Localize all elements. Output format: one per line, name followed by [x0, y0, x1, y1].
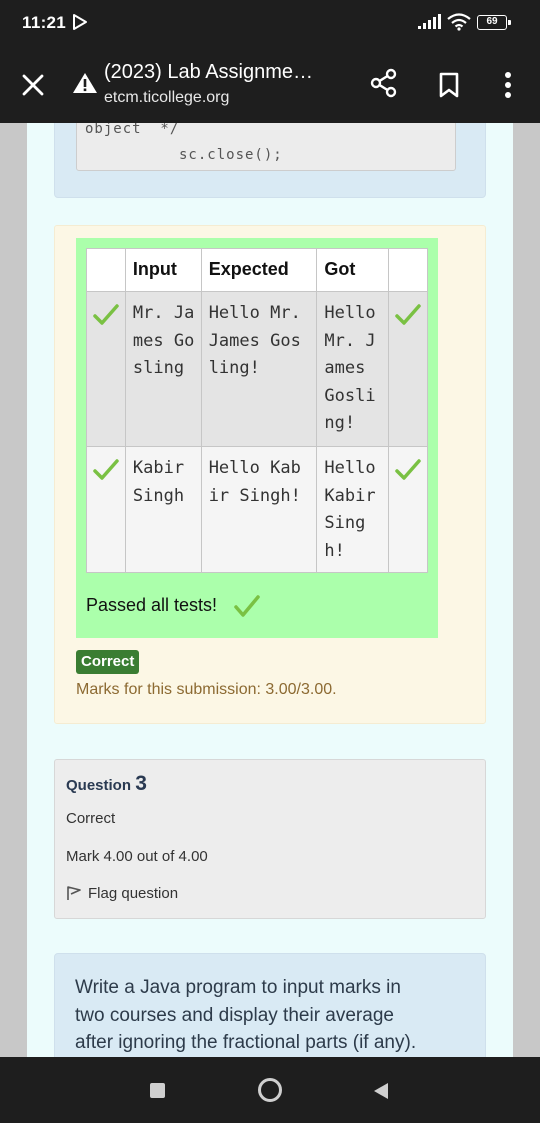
- more-options-icon[interactable]: [498, 70, 518, 100]
- header-input: Input: [124, 248, 202, 292]
- wifi-icon: [447, 13, 471, 31]
- question-number: Question 3: [66, 772, 147, 796]
- close-icon[interactable]: [18, 70, 48, 100]
- test-results: Input Expected Got Mr. James Gosling Hel…: [76, 238, 438, 638]
- passed-summary: Passed all tests!: [86, 595, 218, 615]
- flag-icon: [67, 886, 81, 900]
- check-icon: [93, 304, 119, 325]
- question-grade: Mark 4.00 out of 4.00: [66, 848, 208, 865]
- got-cell: Hello Kabir Singh!: [316, 446, 390, 573]
- check-icon: [234, 595, 260, 617]
- recents-button[interactable]: [150, 1083, 165, 1098]
- question-text: Write a Java program to input marks in t…: [75, 977, 417, 1053]
- check-icon: [395, 304, 421, 325]
- feedback-box: Input Expected Got Mr. James Gosling Hel…: [54, 225, 486, 724]
- submission-marks: Marks for this submission: 3.00/3.00.: [76, 681, 337, 698]
- web-viewport: object */ sc.close(); Input Expected Got: [0, 123, 540, 1057]
- row-status: [388, 291, 428, 447]
- back-icon[interactable]: [372, 1082, 390, 1100]
- answer-box: object */ sc.close();: [54, 123, 486, 198]
- table-row: Mr. James Gosling Hello Mr. James Goslin…: [86, 291, 428, 447]
- code-line: object */: [85, 123, 180, 137]
- not-secure-warning-icon[interactable]: [72, 72, 98, 94]
- header-expected: Expected: [200, 248, 318, 292]
- got-cell: Hello Mr. James Gosling!: [316, 291, 390, 447]
- check-icon: [93, 459, 119, 480]
- status-time: 11:21: [22, 13, 67, 32]
- header-blank: [388, 248, 428, 292]
- code-line: sc.close();: [179, 147, 283, 163]
- header-blank: [86, 248, 126, 292]
- play-notification-icon: [73, 14, 87, 30]
- home-button[interactable]: [258, 1078, 282, 1102]
- table-row: Kabir Singh Hello Kabir Singh! Hello Kab…: [86, 446, 428, 573]
- expected-cell: Hello Mr. James Gosling!: [200, 291, 318, 447]
- battery-icon: 69: [477, 15, 511, 30]
- question-text-box: Write a Java program to input marks in t…: [54, 953, 486, 1057]
- share-icon[interactable]: [369, 68, 399, 98]
- page-url: etcm.ticollege.org: [104, 89, 230, 106]
- expected-cell: Hello Kabir Singh!: [200, 446, 318, 573]
- question-info: Question 3 Correct Mark 4.00 out of 4.00…: [54, 759, 486, 919]
- status-bar: 11:21 69: [0, 0, 540, 46]
- question-number-value: 3: [135, 772, 147, 795]
- check-icon: [395, 459, 421, 480]
- flag-question-link[interactable]: Flag question: [66, 885, 178, 902]
- correct-badge: Correct: [76, 650, 140, 674]
- page-title: (2023) Lab Assignme…: [104, 61, 314, 83]
- question-state: Correct: [66, 810, 116, 827]
- question-label: Question: [66, 777, 132, 794]
- system-navigation-bar: [0, 1057, 540, 1123]
- row-status: [86, 291, 126, 447]
- flag-question-label: Flag question: [88, 885, 179, 902]
- header-got: Got: [316, 248, 390, 292]
- results-table: Input Expected Got Mr. James Gosling Hel…: [86, 248, 428, 573]
- code-answer: object */ sc.close();: [76, 123, 456, 171]
- row-status: [388, 446, 428, 573]
- input-cell: Kabir Singh: [124, 446, 202, 573]
- custom-tab-toolbar: (2023) Lab Assignme… etcm.ticollege.org: [0, 46, 540, 123]
- page-content: object */ sc.close(); Input Expected Got: [27, 123, 513, 1057]
- row-status: [86, 446, 126, 573]
- signal-icon: [418, 14, 441, 29]
- input-cell: Mr. James Gosling: [124, 291, 202, 447]
- bookmark-icon[interactable]: [437, 72, 461, 98]
